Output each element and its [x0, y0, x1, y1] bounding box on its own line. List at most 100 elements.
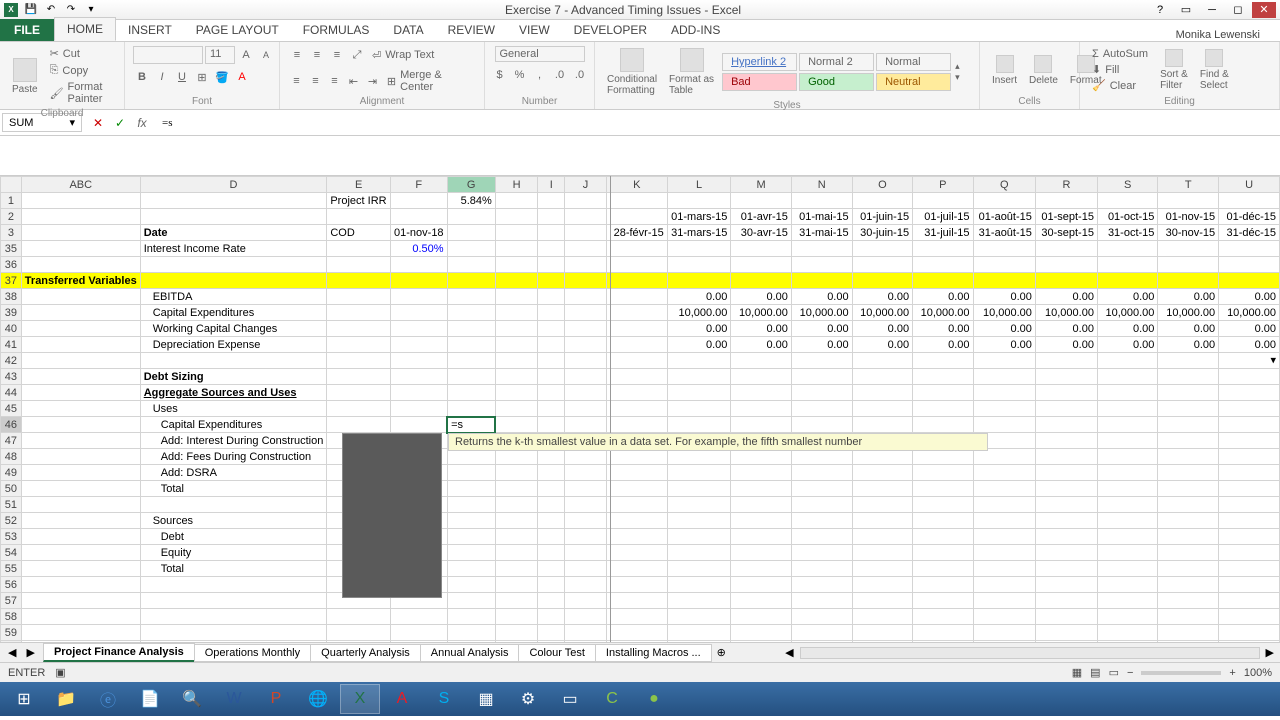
spreadsheet-grid[interactable]: ABC D E F G H I J K L M N O P Q R S T U [0, 176, 1280, 642]
font-family-select[interactable] [133, 46, 203, 64]
col-header[interactable]: R [1035, 177, 1097, 193]
format-painter-button[interactable]: 🖌 Format Painter [46, 80, 116, 106]
insert-function-button[interactable]: fx [132, 113, 152, 133]
decrease-indent-icon[interactable]: ⇤ [345, 72, 362, 90]
sort-filter-button[interactable]: Sort & Filter [1156, 47, 1192, 93]
format-as-table-button[interactable]: Format as Table [665, 46, 718, 98]
insert-tab[interactable]: INSERT [116, 19, 184, 41]
copy-button[interactable]: ⎘ Copy [46, 63, 116, 78]
row-header[interactable]: 1 [1, 193, 22, 209]
ie-icon[interactable]: ⓔ [88, 684, 128, 714]
autosum-button[interactable]: Σ AutoSum [1088, 47, 1152, 61]
zoom-level[interactable]: 100% [1244, 667, 1272, 679]
scroll-left-icon[interactable]: ◀ [779, 646, 799, 659]
chrome-icon[interactable]: 🌐 [298, 684, 338, 714]
row-header[interactable]: 59 [1, 625, 22, 641]
sheet-tab[interactable]: Installing Macros ... [595, 644, 712, 662]
row-header[interactable]: 36 [1, 257, 22, 273]
col-header[interactable]: D [140, 177, 327, 193]
view-tab[interactable]: VIEW [507, 19, 562, 41]
sheet-nav-next-icon[interactable]: ▶ [22, 646, 38, 659]
increase-indent-icon[interactable]: ⇥ [364, 72, 381, 90]
page-layout-tab[interactable]: PAGE LAYOUT [184, 19, 291, 41]
increase-decimal-icon[interactable]: .0 [551, 66, 569, 84]
formula-input[interactable]: =s [156, 115, 1280, 131]
view-break-icon[interactable]: ▭ [1109, 666, 1119, 679]
row-header[interactable]: 39 [1, 305, 22, 321]
row-header[interactable]: 45 [1, 401, 22, 417]
font-color-button[interactable]: A [233, 68, 251, 86]
find-select-button[interactable]: Find & Select [1196, 47, 1233, 93]
row-header[interactable]: 50 [1, 481, 22, 497]
row-header[interactable]: 54 [1, 545, 22, 561]
undo-icon[interactable]: ↶ [44, 3, 58, 17]
bold-button[interactable]: B [133, 68, 151, 86]
powerpoint-icon[interactable]: P [256, 684, 296, 714]
row-header[interactable]: 51 [1, 497, 22, 513]
italic-button[interactable]: I [153, 68, 171, 86]
sheet-tab[interactable]: Colour Test [518, 644, 595, 662]
help-icon[interactable]: ? [1148, 2, 1172, 18]
col-header[interactable]: P [913, 177, 973, 193]
insert-cells-button[interactable]: Insert [988, 53, 1021, 88]
delete-cells-button[interactable]: Delete [1025, 53, 1062, 88]
row-header[interactable]: 38 [1, 289, 22, 305]
col-header[interactable]: Q [973, 177, 1035, 193]
row-header[interactable]: 43 [1, 369, 22, 385]
file-tab[interactable]: FILE [0, 19, 54, 41]
save-icon[interactable]: 💾 [24, 3, 38, 17]
minimize-button[interactable]: ─ [1200, 2, 1224, 18]
orientation-icon[interactable]: ⤢ [348, 46, 366, 64]
row-header[interactable]: 52 [1, 513, 22, 529]
clear-button[interactable]: 🧹 Clear [1088, 78, 1152, 93]
col-header[interactable]: T [1158, 177, 1219, 193]
cut-button[interactable]: ✂ Cut [46, 46, 116, 61]
add-sheet-button[interactable]: ⊕ [711, 646, 732, 659]
row-header[interactable]: 56 [1, 577, 22, 593]
row-header[interactable]: 37 [1, 273, 22, 289]
align-bottom-icon[interactable]: ≡ [328, 46, 346, 64]
align-middle-icon[interactable]: ≡ [308, 46, 326, 64]
col-header[interactable]: G [447, 177, 495, 193]
conditional-formatting-button[interactable]: Conditional Formatting [603, 46, 661, 98]
settings-icon[interactable]: ⚙ [508, 684, 548, 714]
zoom-in-icon[interactable]: + [1229, 667, 1235, 679]
col-header[interactable]: M [731, 177, 791, 193]
skype-icon[interactable]: S [424, 684, 464, 714]
maximize-button[interactable]: ◻ [1226, 2, 1250, 18]
fill-color-button[interactable]: 🪣 [213, 68, 231, 86]
row-header[interactable]: 41 [1, 337, 22, 353]
row-header[interactable]: 44 [1, 385, 22, 401]
zoom-out-icon[interactable]: − [1127, 667, 1133, 679]
style-good[interactable]: Good [799, 73, 874, 91]
app-icon[interactable]: ▭ [550, 684, 590, 714]
styles-more-icon[interactable]: ▴▾ [955, 61, 960, 83]
col-header[interactable]: I [538, 177, 565, 193]
sheet-tab[interactable]: Operations Monthly [194, 644, 311, 662]
row-header[interactable]: 3 [1, 225, 22, 241]
camtasia-rec-icon[interactable]: ● [634, 684, 674, 714]
view-layout-icon[interactable]: ▤ [1090, 666, 1100, 679]
style-hyperlink2[interactable]: Hyperlink 2 [722, 53, 797, 71]
row-header[interactable]: 58 [1, 609, 22, 625]
currency-icon[interactable]: $ [491, 66, 509, 84]
view-normal-icon[interactable]: ▦ [1072, 666, 1082, 679]
row-header[interactable]: 49 [1, 465, 22, 481]
col-header[interactable]: S [1097, 177, 1157, 193]
align-left-icon[interactable]: ≡ [288, 72, 305, 90]
col-header[interactable]: E [327, 177, 391, 193]
paste-button[interactable]: Paste [8, 56, 42, 97]
row-header[interactable]: 57 [1, 593, 22, 609]
row-header[interactable]: 35 [1, 241, 22, 257]
ribbon-options-icon[interactable]: ▭ [1174, 2, 1198, 18]
col-header[interactable]: F [391, 177, 448, 193]
merge-center-button[interactable]: ⊞ Merge & Center [383, 68, 476, 94]
scroll-right-icon[interactable]: ▶ [1260, 646, 1280, 659]
col-header[interactable]: J [565, 177, 606, 193]
row-header[interactable]: 2 [1, 209, 22, 225]
number-format-select[interactable]: General [495, 46, 585, 62]
qat-dropdown-icon[interactable]: ▾ [84, 3, 98, 17]
redo-icon[interactable]: ↷ [64, 3, 78, 17]
home-tab[interactable]: HOME [54, 17, 116, 41]
zoom-slider[interactable] [1141, 671, 1221, 675]
